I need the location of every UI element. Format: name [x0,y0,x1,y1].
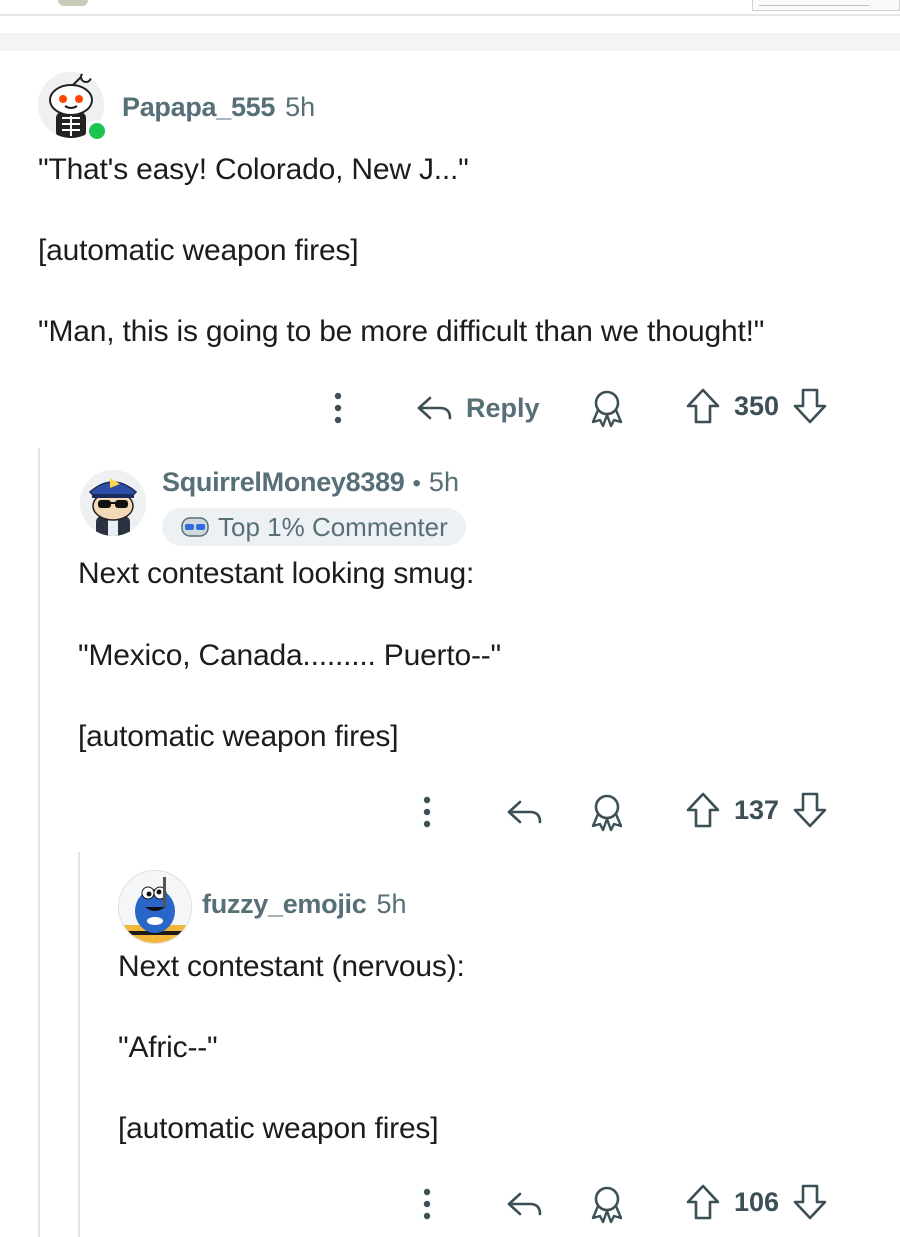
timestamp[interactable]: 5h [429,467,459,498]
comment-paragraph: [automatic weapon fires] [38,234,359,267]
username[interactable]: SquirrelMoney8389 [162,467,405,498]
vote-count: 137 [734,794,780,825]
thread-line[interactable] [78,852,80,1237]
avatar[interactable] [80,470,146,536]
vote-count: 350 [734,390,780,421]
downvote-arrow-icon[interactable] [791,1182,829,1222]
comment-thread-page: Papapa_555 5h "That's easy! Colorado, Ne… [0,0,900,1237]
top-commenter-badge[interactable]: Top 1% Commenter [162,508,466,546]
vote-controls: 137 [684,790,829,830]
snoo-captain-avatar-icon [80,470,146,536]
sunglasses-badge-icon [181,517,209,537]
comment-paragraph: "Man, this is going to be more difficult… [38,315,765,348]
reply-button[interactable] [504,794,544,830]
upvote-arrow-icon[interactable] [684,790,722,830]
comment-paragraph: [automatic weapon fires] [78,720,399,753]
meta-separator: • [412,470,421,497]
vote-controls: 350 [684,386,829,426]
downvote-arrow-icon[interactable] [791,790,829,830]
comment-paragraph: [automatic weapon fires] [118,1112,439,1145]
award-button[interactable] [588,792,626,832]
reply-arrow-icon [507,800,542,824]
reply-label: Reply [466,392,540,423]
comment-paragraph: "Mexico, Canada......... Puerto--" [78,639,501,672]
reply-arrow-icon [507,1192,542,1216]
vote-count: 106 [734,1186,780,1217]
username[interactable]: fuzzy_emojic [202,889,367,920]
badge-label: Top 1% Commenter [218,511,448,542]
vote-controls: 106 [684,1182,829,1222]
award-icon [591,1186,623,1224]
comment-paragraph: "Afric--" [118,1031,218,1064]
reply-button[interactable] [504,1186,544,1222]
more-vertical-icon [334,392,342,424]
comment-paragraph: "That's easy! Colorado, New J..." [38,153,469,186]
reply-button[interactable]: Reply [414,390,540,426]
section-divider [0,33,900,51]
comment-meta: Papapa_555 5h [122,92,315,123]
more-options-button[interactable] [415,794,439,830]
comment-meta: SquirrelMoney8389 • 5h [162,467,459,498]
award-button[interactable] [588,388,626,428]
more-vertical-icon [423,1188,431,1220]
upvote-arrow-icon[interactable] [684,1182,722,1222]
online-status-dot [86,120,108,142]
timestamp[interactable]: 5h [376,889,406,920]
thread-line[interactable] [38,448,40,1237]
comment-paragraph: Next contestant looking smug: [78,557,475,590]
award-button[interactable] [588,1184,626,1224]
downvote-arrow-icon[interactable] [791,386,829,426]
previous-content-strip [0,0,900,16]
timestamp[interactable]: 5h [285,92,315,123]
more-options-button[interactable] [415,1186,439,1222]
username[interactable]: Papapa_555 [122,92,275,123]
upvote-arrow-icon[interactable] [684,386,722,426]
more-vertical-icon [423,796,431,828]
award-icon [591,390,623,428]
cookie-monster-avatar-icon [119,871,191,943]
avatar[interactable] [118,870,192,944]
comment-paragraph: Next contestant (nervous): [118,950,465,983]
award-icon [591,794,623,832]
more-options-button[interactable] [326,390,350,426]
previous-thumbnail-fragment[interactable] [752,0,900,11]
reply-arrow-icon [417,396,452,420]
comment-meta: fuzzy_emojic 5h [202,889,407,920]
previous-avatar-fragment [58,0,88,6]
